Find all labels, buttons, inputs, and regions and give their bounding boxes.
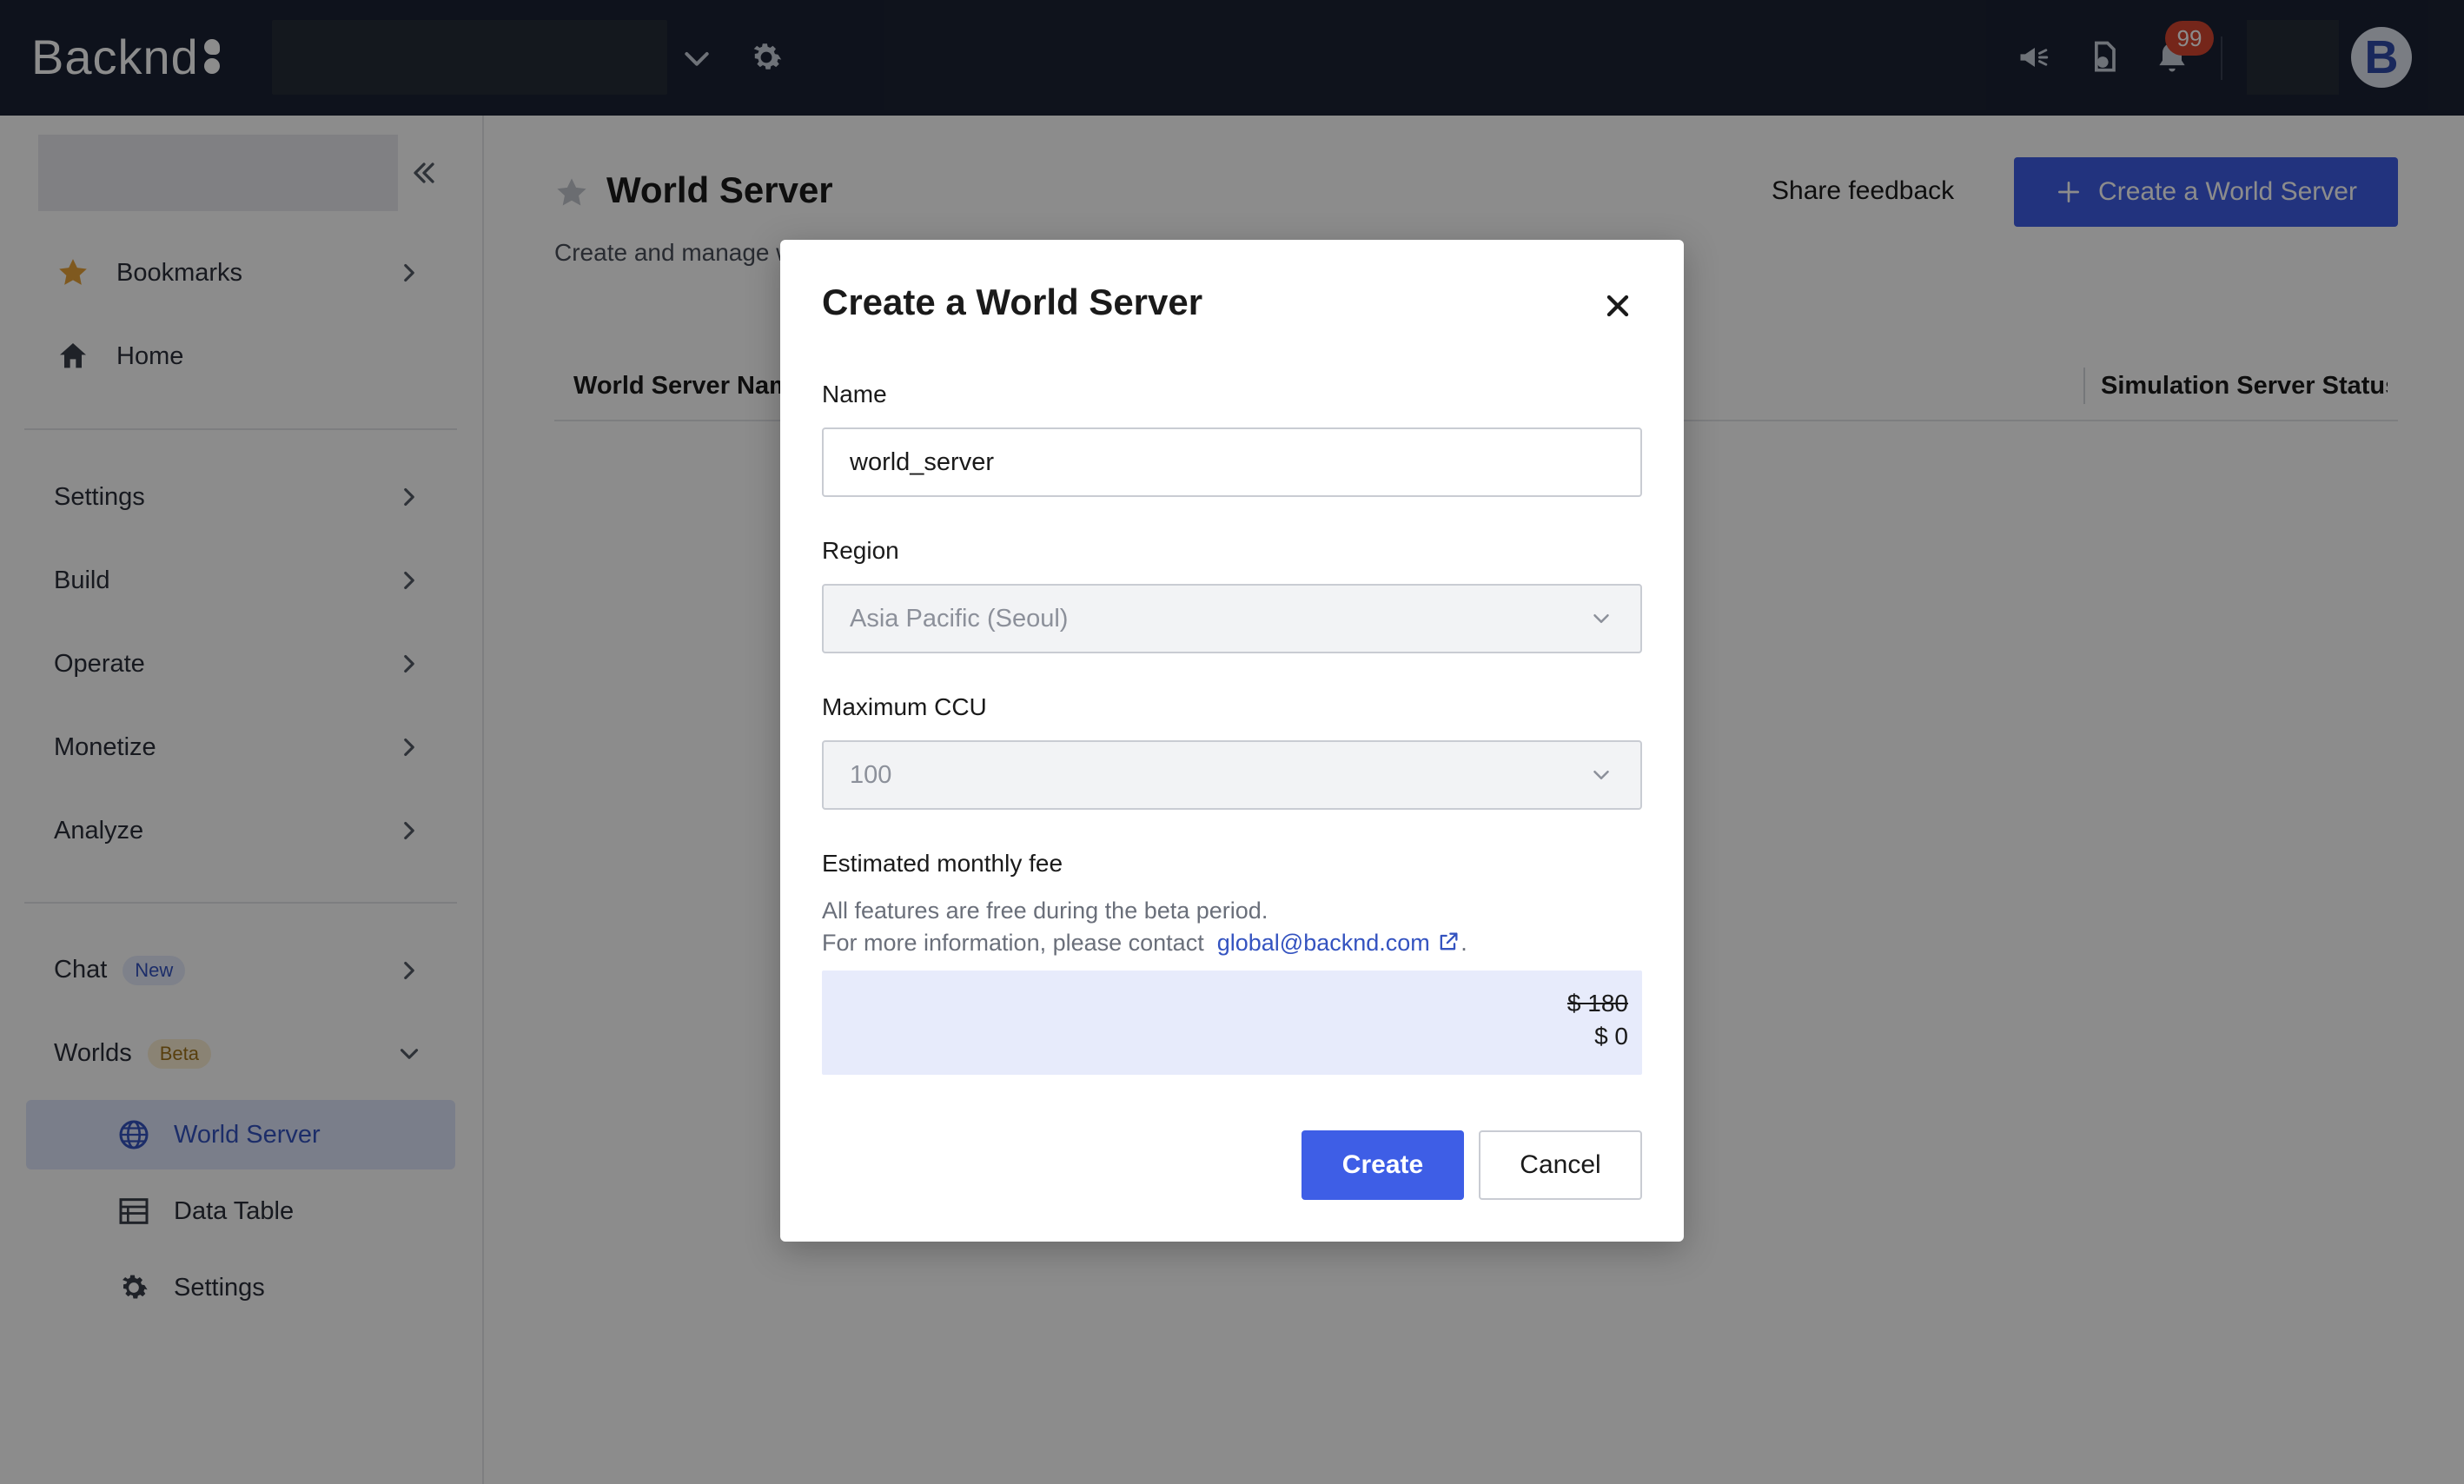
name-label: Name (822, 381, 887, 407)
chevron-down-icon (1593, 614, 1609, 623)
max-ccu-select-value: 100 (850, 760, 892, 789)
region-select[interactable]: Asia Pacific (Seoul) (822, 584, 1642, 653)
close-icon[interactable] (1600, 288, 1635, 323)
contact-note-suffix: . (1461, 930, 1467, 956)
cancel-button[interactable]: Cancel (1479, 1130, 1642, 1200)
dialog-title: Create a World Server (822, 282, 1203, 322)
contact-note: For more information, please contact glo… (822, 930, 1467, 957)
name-field[interactable] (822, 427, 1642, 497)
original-fee: $ 180 (1566, 990, 1628, 1017)
contact-note-text: For more information, please contact (822, 930, 1204, 956)
external-link-icon[interactable] (1436, 930, 1461, 954)
region-select-value: Asia Pacific (Seoul) (850, 604, 1069, 633)
create-button[interactable]: Create (1302, 1130, 1464, 1200)
chevron-down-icon (1593, 771, 1609, 779)
region-label: Region (822, 537, 899, 564)
max-ccu-select[interactable]: 100 (822, 740, 1642, 810)
beta-note: All features are free during the beta pe… (822, 898, 1268, 924)
contact-email-link[interactable]: global@backnd.com (1217, 930, 1430, 956)
fee-summary: $ 180 $ 0 (822, 971, 1642, 1075)
fee-label: Estimated monthly fee (822, 850, 1063, 877)
current-fee: $ 0 (1594, 1023, 1628, 1050)
max-ccu-label: Maximum CCU (822, 693, 987, 720)
create-world-server-dialog: Create a World Server Name Region Asia P… (780, 240, 1684, 1242)
